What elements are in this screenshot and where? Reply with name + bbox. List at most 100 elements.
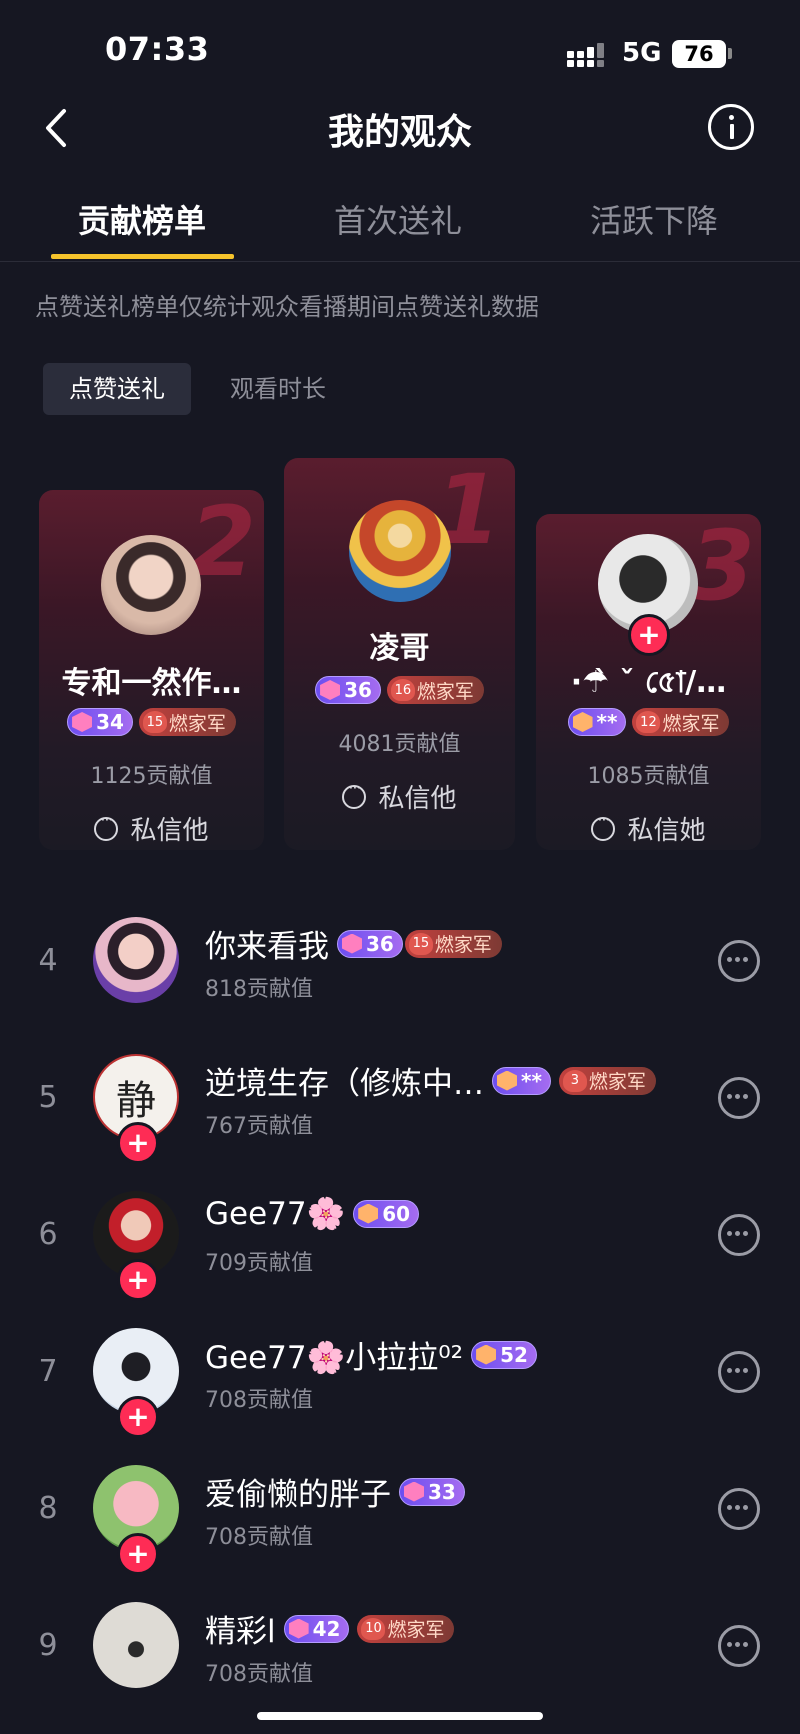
avatar[interactable] <box>93 1602 179 1688</box>
level-badge-icon <box>358 1203 379 1224</box>
message-icon[interactable] <box>718 1077 760 1119</box>
level-badge: 52 <box>471 1340 537 1369</box>
fan-club-badge: 3 燃家军 <box>558 1066 656 1095</box>
message-icon <box>591 810 616 841</box>
tab-first-gift[interactable]: 首次送礼 <box>298 196 498 242</box>
page-title: 我的观众 <box>327 112 472 153</box>
rank-number: 8 <box>38 1491 58 1526</box>
podium-name: ·☂̀ ˇ ৫ো/… <box>570 665 727 700</box>
message-icon <box>94 810 119 841</box>
list-item[interactable]: 9 精彩l 42 10 燃家军 708贡献值 <box>0 1576 800 1706</box>
battery-tip <box>728 48 732 59</box>
avatar[interactable] <box>93 917 179 1003</box>
home-indicator[interactable] <box>257 1712 543 1720</box>
ranking-note: 点赞送礼榜单仅统计观众看播期间点赞送礼数据 <box>35 293 539 321</box>
list-item[interactable]: 5 静 + 逆境生存（修炼中… ** 3 燃家军 767贡献值 <box>0 1028 800 1165</box>
user-name: 逆境生存（修炼中… <box>205 1066 484 1102</box>
message-icon[interactable] <box>718 1625 760 1667</box>
contribution-value: 818贡献值 <box>205 977 313 1002</box>
user-name: Gee77🌸小拉拉⁰² <box>205 1340 464 1376</box>
list-item[interactable]: 7 + Gee77🌸小拉拉⁰² 52 708贡献值 <box>0 1302 800 1439</box>
segment-watch-time[interactable]: 观看时长 <box>204 363 352 415</box>
message-button[interactable]: 私信他 <box>39 810 264 847</box>
signal-icon <box>567 43 607 67</box>
level-badge: 42 <box>283 1614 350 1643</box>
tab-activity-drop[interactable]: 活跃下降 <box>554 196 754 242</box>
level-number: 33 <box>428 1479 456 1504</box>
message-button[interactable]: 私信她 <box>536 810 761 847</box>
message-icon[interactable] <box>718 940 760 982</box>
contribution-value: 708贡献值 <box>205 1662 313 1687</box>
message-label: 私信她 <box>627 816 706 846</box>
level-badge-icon <box>476 1344 497 1365</box>
rank-number: 4 <box>38 943 58 978</box>
level-badge: 36 <box>315 676 381 704</box>
fan-club-name: 燃家军 <box>588 1071 646 1093</box>
fan-heart-icon: 15 <box>142 711 167 733</box>
user-name: 精彩l <box>205 1614 276 1650</box>
level-badge-icon <box>320 680 341 700</box>
contribution-value: 1125贡献值 <box>90 764 213 789</box>
rank-number: 5 <box>38 1080 58 1115</box>
fan-club-name: 燃家军 <box>168 712 226 735</box>
level-badge-icon <box>342 933 362 954</box>
message-icon[interactable] <box>718 1351 760 1393</box>
contribution-value: 4081贡献值 <box>338 732 461 757</box>
follow-plus-icon[interactable]: + <box>117 1533 159 1575</box>
level-badge-icon <box>72 712 93 732</box>
podium-card-2[interactable]: 2 专和一然作… 34 15燃家军 1125贡献值 私信他 <box>39 490 264 850</box>
fan-club-badge: 10 燃家军 <box>357 1614 455 1643</box>
avatar[interactable] <box>349 500 451 602</box>
info-icon[interactable] <box>708 104 754 150</box>
level-badge: ** <box>567 708 627 736</box>
level-badge: 34 <box>67 708 133 736</box>
tab-indicator <box>51 254 234 259</box>
contribution-value: 708贡献值 <box>205 1525 313 1550</box>
fan-heart-icon: 3 <box>562 1069 587 1092</box>
message-icon <box>342 778 367 809</box>
fan-heart-icon: 10 <box>361 1617 386 1640</box>
follow-plus-icon[interactable]: + <box>117 1396 159 1438</box>
podium-name: 凌哥 <box>369 631 430 666</box>
level-badge-icon <box>404 1481 424 1502</box>
follow-plus-icon[interactable]: + <box>117 1259 159 1301</box>
level-badge: 36 <box>337 929 403 958</box>
message-button[interactable]: 私信他 <box>284 778 515 815</box>
message-icon[interactable] <box>718 1488 760 1530</box>
level-badge: 33 <box>399 1477 465 1506</box>
fan-heart-icon: 16 <box>390 679 415 701</box>
fan-club-badge: 16 燃家军 <box>386 676 484 704</box>
avatar-calligraphy: 静 <box>116 1078 156 1124</box>
level-badge-icon <box>497 1070 517 1091</box>
fan-club-badge: 12 燃家军 <box>632 708 730 736</box>
network-label: 5G <box>622 38 662 68</box>
user-name: 爱偷懒的胖子 <box>205 1477 391 1513</box>
level-badge: 60 <box>353 1199 420 1228</box>
podium-card-3[interactable]: 3 + ·☂̀ ˇ ৫ো/… ** 12燃家军 1085贡献值 私信她 <box>536 514 761 850</box>
rank-number: 9 <box>38 1628 58 1663</box>
avatar[interactable] <box>101 535 201 635</box>
level-badge-icon <box>572 712 593 732</box>
fan-club-name: 燃家军 <box>662 712 720 735</box>
level-number: 36 <box>366 931 394 956</box>
level-number: ** <box>596 710 618 734</box>
contribution-value: 708贡献值 <box>205 1388 313 1413</box>
fan-club-name: 燃家军 <box>387 1619 445 1641</box>
message-label: 私信他 <box>130 816 209 846</box>
fan-club-badge: 15 燃家军 <box>404 929 502 958</box>
contribution-value: 1085贡献值 <box>587 764 710 789</box>
list-item[interactable]: 4 你来看我 36 15 燃家军 818贡献值 <box>0 891 800 1028</box>
level-number: ** <box>521 1068 542 1093</box>
segment-likes-gifts[interactable]: 点赞送礼 <box>43 363 191 415</box>
status-time: 07:33 <box>105 30 210 68</box>
tab-contribution[interactable]: 贡献榜单 <box>42 196 242 242</box>
tab-divider <box>0 261 800 262</box>
fan-heart-icon: 12 <box>636 711 661 733</box>
follow-plus-icon[interactable]: + <box>117 1122 159 1164</box>
message-icon[interactable] <box>718 1214 760 1256</box>
list-item[interactable]: 8 + 爱偷懒的胖子 33 708贡献值 <box>0 1439 800 1576</box>
message-label: 私信他 <box>378 784 457 814</box>
podium-card-1[interactable]: 1 凌哥 36 16燃家军 4081贡献值 私信他 <box>284 458 515 850</box>
follow-plus-icon[interactable]: + <box>628 614 670 656</box>
list-item[interactable]: 6 + Gee77🌸 60 709贡献值 <box>0 1165 800 1302</box>
